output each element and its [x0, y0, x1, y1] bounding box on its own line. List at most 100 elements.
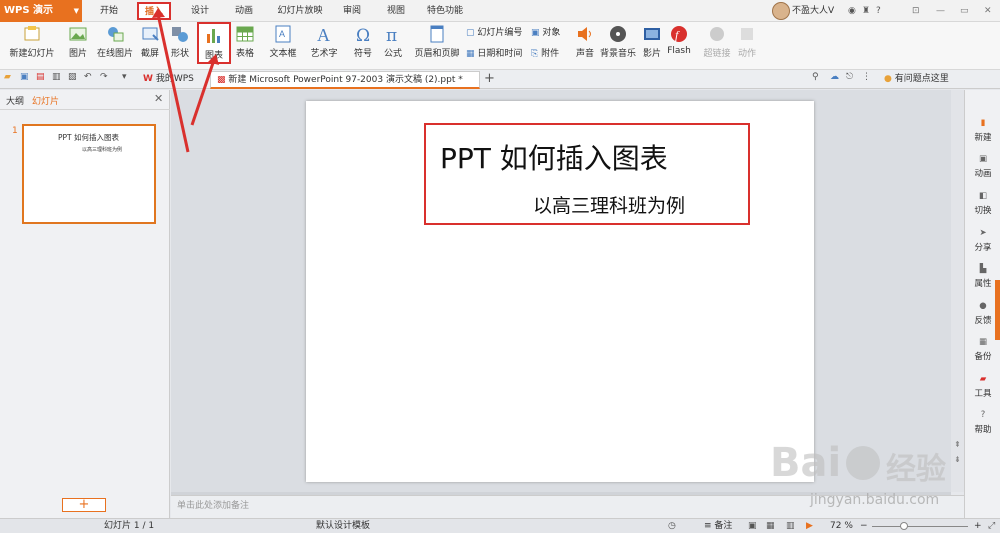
share-icon[interactable]: ⎋ — [846, 72, 859, 85]
more-icon[interactable]: ⋮ — [862, 72, 875, 85]
chevron-down-icon[interactable]: ▾ — [122, 72, 135, 85]
paw-icon — [846, 446, 880, 480]
document-tab-bar: ▰ ▣ ▤ ▥ ▧ ↶ ↷ ▾ W 我的WPS ▩ 新建 Microsoft P… — [0, 70, 1000, 89]
sidebar-item-help[interactable]: ? 帮助 — [965, 410, 1000, 435]
close-icon[interactable]: ✕ — [154, 92, 163, 105]
symbol-button[interactable]: Ω 符号 — [348, 24, 378, 59]
attachment-button[interactable]: ⎘ 附件 — [531, 46, 559, 59]
tab-mywps[interactable]: W 我的WPS — [137, 71, 200, 89]
sidebar-item-share[interactable]: ➤ 分享 — [965, 228, 1000, 253]
chart-icon — [207, 29, 220, 43]
object-button[interactable]: ▣ 对象 — [531, 25, 560, 38]
sidebar-item-backup[interactable]: ▦ 备份 — [965, 337, 1000, 362]
sidebar-item-tools[interactable]: ▰ 工具 — [965, 374, 1000, 399]
tab-animation[interactable]: 动画 — [230, 0, 258, 22]
online-picture-button[interactable]: 在线图片 — [96, 24, 134, 59]
transition-icon: ◧ — [978, 191, 988, 201]
slide-number-button[interactable]: ▢ 幻灯片编号 — [466, 25, 522, 38]
close-icon[interactable]: ✕ — [984, 0, 992, 22]
sidebar-collapse-handle[interactable] — [995, 280, 1000, 340]
app-menu-button[interactable]: WPS 演示 ▼ — [0, 0, 82, 22]
tab-insert[interactable]: 插入 — [137, 2, 171, 20]
action-button[interactable]: 动作 — [734, 24, 760, 59]
add-slide-button[interactable]: + — [62, 498, 106, 512]
fit-window-icon[interactable]: ⤢ — [988, 519, 995, 533]
help-link[interactable]: ● 有问题点这里 — [878, 71, 955, 89]
slideshow-icon[interactable]: ▶ — [806, 519, 813, 533]
notes-icon: ≡ — [704, 521, 712, 531]
table-button[interactable]: 表格 — [232, 24, 258, 59]
new-doc-icon: ▮ — [980, 118, 986, 128]
user-name[interactable]: 不盈大人V — [792, 0, 834, 22]
minimize-icon[interactable]: — — [936, 0, 945, 22]
sidebar-item-new[interactable]: ▮ 新建 — [965, 118, 1000, 143]
zoom-in-icon[interactable]: + — [974, 519, 982, 533]
textbox-button[interactable]: A 文本框 — [264, 24, 302, 59]
chart-button[interactable]: 图表 — [197, 22, 231, 64]
slide-count: 幻灯片 1 / 1 — [104, 521, 155, 531]
preview-icon[interactable]: ▧ — [68, 72, 81, 85]
flash-button[interactable]: f Flash — [666, 24, 692, 56]
export-pdf-icon[interactable]: ▤ — [36, 72, 49, 85]
zoom-slider-thumb[interactable] — [900, 522, 908, 530]
film-icon — [644, 28, 660, 40]
wps-w-icon: W — [143, 74, 153, 84]
tab-home[interactable]: 开始 — [95, 0, 123, 22]
maximize-icon[interactable]: ▭ — [960, 0, 969, 22]
cloud-icon[interactable]: ☁ — [830, 72, 843, 85]
watermark-url: jingyan.baidu.com — [810, 492, 940, 508]
movie-button[interactable]: 影片 — [640, 24, 664, 59]
tab-design[interactable]: 设计 — [186, 0, 214, 22]
tab-features[interactable]: 特色功能 — [424, 0, 466, 22]
tab-view[interactable]: 视图 — [382, 0, 410, 22]
reading-view-icon[interactable]: ▥ — [786, 519, 795, 533]
tab-slideshow[interactable]: 幻灯片放映 — [272, 0, 328, 22]
tab-document[interactable]: ▩ 新建 Microsoft PowerPoint 97-2003 演示文稿 (… — [210, 71, 480, 89]
sorter-view-icon[interactable]: ▦ — [766, 519, 775, 533]
open-folder-icon[interactable]: ▰ — [4, 72, 17, 85]
print-icon[interactable]: ▥ — [52, 72, 65, 85]
save-icon[interactable]: ▣ — [20, 72, 33, 85]
zoom-level[interactable]: 72 % — [830, 519, 853, 533]
watermark-brand2: 经验 — [886, 452, 946, 487]
avatar[interactable] — [772, 2, 790, 20]
date-time-button[interactable]: ▦ 日期和时间 — [466, 46, 522, 59]
restore-icon[interactable]: ⊡ — [912, 0, 920, 22]
hyperlink-button[interactable]: 超链接 — [702, 24, 732, 59]
globe-link-icon — [710, 27, 724, 41]
panel-tabs: 大纲 幻灯片 ✕ — [0, 90, 170, 110]
shirt-icon[interactable]: ♜ — [862, 0, 870, 22]
bg-music-button[interactable]: 背景音乐 — [600, 24, 636, 59]
wordart-icon: A — [317, 25, 330, 44]
wordart-button[interactable]: A 艺术字 — [306, 24, 342, 59]
flash-icon: f — [671, 26, 687, 42]
vertical-scrollbar[interactable]: ⇞ ⇟ — [951, 90, 964, 492]
tab-outline[interactable]: 大纲 — [6, 94, 24, 107]
tab-review[interactable]: 审阅 — [338, 0, 366, 22]
notes-toggle[interactable]: ≡ 备注 — [704, 519, 732, 533]
shape-button[interactable]: 形状 — [168, 24, 192, 59]
normal-view-icon[interactable]: ▣ — [748, 519, 757, 533]
skin-icon[interactable]: ◉ — [848, 0, 856, 22]
screenshot-button[interactable]: 截屏 — [138, 24, 162, 59]
zoom-out-icon[interactable]: − — [860, 519, 868, 533]
redo-icon[interactable]: ↷ — [100, 72, 113, 85]
header-footer-button[interactable]: 页眉和页脚 — [412, 24, 462, 59]
slide-thumbnail[interactable]: PPT 如何插入图表 以高三理科班为例 — [22, 124, 156, 224]
tab-slides[interactable]: 幻灯片 — [32, 94, 59, 107]
lightbulb-icon: ● — [884, 74, 892, 84]
action-icon — [741, 28, 753, 40]
undo-icon[interactable]: ↶ — [84, 72, 97, 85]
new-slide-icon — [24, 26, 40, 41]
zoom-slider[interactable] — [872, 526, 968, 527]
audio-button[interactable]: 声音 — [572, 24, 598, 59]
clock-icon[interactable]: ◷ — [668, 519, 676, 533]
sidebar-item-animation[interactable]: ▣ 动画 — [965, 154, 1000, 179]
picture-button[interactable]: 图片 — [64, 24, 92, 59]
sidebar-item-transition[interactable]: ◧ 切换 — [965, 191, 1000, 216]
new-tab-button[interactable]: + — [484, 70, 495, 88]
formula-button[interactable]: π 公式 — [380, 24, 406, 59]
new-slide-button[interactable]: 新建幻灯片 — [4, 24, 60, 59]
ppt-file-icon: ▩ — [217, 75, 226, 85]
person-icon[interactable]: ⚲ — [812, 72, 825, 85]
